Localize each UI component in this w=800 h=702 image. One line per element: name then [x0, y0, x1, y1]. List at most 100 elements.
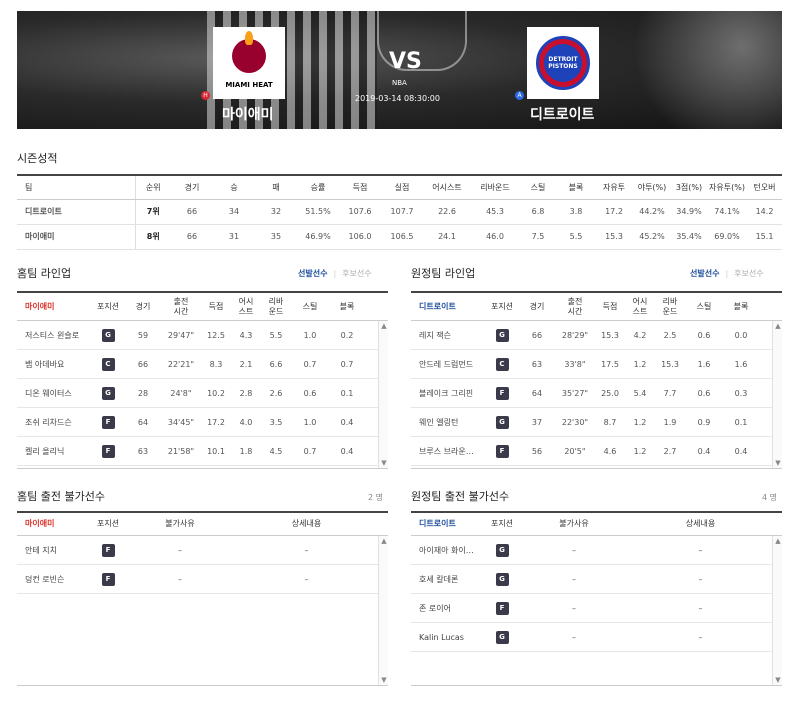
player-name[interactable]: 뱀 아데바요 [17, 359, 91, 370]
table-row[interactable]: 브루스 브라운… F 56 20'5" 4.6 1.2 2.7 0.4 0.4 [411, 437, 782, 466]
away-starters-tab[interactable]: 선발선수 [690, 269, 719, 278]
position-badge: F [495, 386, 509, 400]
stat-cell: 59 [137, 330, 149, 340]
table-row[interactable]: 존 로이어 F – – [411, 594, 782, 623]
home-lineup-scrollbar[interactable]: ▲ ▼ [378, 321, 388, 468]
stat-cell: 1.0 [303, 417, 317, 427]
position-badge: F [101, 415, 115, 429]
stat-cell: 28 [137, 388, 149, 398]
out-col: 포지션 [96, 519, 120, 528]
table-row[interactable]: 안드레 드럼먼드 C 63 33'8" 17.5 1.2 15.3 1.6 1.… [411, 350, 782, 379]
stat-cell: 1.2 [633, 359, 647, 369]
home-out-scrollbar[interactable]: ▲ ▼ [378, 536, 388, 685]
away-out-count: 4 명 [762, 493, 777, 502]
scroll-down-icon[interactable]: ▼ [379, 675, 388, 685]
season-col-ftpct: 자유투(%) [707, 174, 747, 200]
stat-cell: 4.2 [633, 330, 647, 340]
season-title: 시즌성적 [17, 152, 58, 165]
table-row[interactable]: 디온 웨이터스 G 28 24'8" 10.2 2.8 2.6 0.6 0.1 [17, 379, 388, 408]
table-row[interactable]: 블레이크 그리핀 F 64 35'27" 25.0 5.4 7.7 0.6 0.… [411, 379, 782, 408]
player-name[interactable]: 호세 칼데론 [411, 574, 485, 585]
player-name[interactable]: 디온 웨이터스 [17, 388, 91, 399]
table-row[interactable]: Kalin Lucas G – – [411, 623, 782, 652]
away-team-name[interactable]: 디트로이트 [530, 104, 594, 124]
table-row[interactable]: 저스티스 윈슬로 G 59 29'47" 12.5 4.3 5.5 1.0 0.… [17, 321, 388, 350]
player-name[interactable]: 저스티스 윈슬로 [17, 330, 91, 341]
stat-cell: 0.6 [697, 330, 711, 340]
lineup-col: 포지션 [96, 301, 120, 311]
position-badge: G [495, 543, 509, 557]
reason-cell: – [178, 545, 182, 555]
home-team-logo[interactable]: MIAMI HEAT [213, 27, 285, 99]
stat-cell: 8.7 [603, 417, 617, 427]
table-row[interactable]: 뱀 아데바요 C 66 22'21" 8.3 2.1 6.6 0.7 0.7 [17, 350, 388, 379]
lineup-col: 출전 시간 [173, 296, 189, 316]
season-cell: 107.6 [339, 199, 381, 225]
table-row[interactable]: 웨인 엘링턴 G 37 22'30" 8.7 1.2 1.9 0.9 0.1 [411, 408, 782, 437]
away-lineup-scrollbar[interactable]: ▲ ▼ [772, 321, 782, 468]
away-bench-tab[interactable]: 후보선수 [734, 269, 763, 278]
scroll-down-icon[interactable]: ▼ [379, 458, 388, 468]
scroll-down-icon[interactable]: ▼ [773, 675, 782, 685]
player-name[interactable]: 안테 지치 [17, 545, 91, 556]
table-row[interactable]: 덩컨 로빈슨 F – – [17, 565, 388, 594]
heat-ball-icon [232, 31, 266, 73]
season-cell: 7.5 [519, 224, 557, 250]
home-lineup-title: 홈팀 라인업 [17, 267, 72, 280]
player-name[interactable]: Kalin Lucas [411, 633, 485, 642]
table-row[interactable]: 켈리 올리닉 F 63 21'58" 10.1 1.8 4.5 0.7 0.4 [17, 437, 388, 466]
table-row[interactable]: 안테 지치 F – – [17, 536, 388, 565]
banner-light [582, 11, 782, 129]
player-name[interactable]: 아이재아 화이… [411, 545, 485, 556]
table-row[interactable]: 레지 잭슨 G 66 28'29" 15.3 4.2 2.5 0.6 0.0 [411, 321, 782, 350]
stat-cell: 12.5 [207, 330, 225, 340]
table-row[interactable]: 아이재아 화이… G – – [411, 536, 782, 565]
away-out-scrollbar[interactable]: ▲ ▼ [772, 536, 782, 685]
stat-cell: 15.3 [661, 359, 679, 369]
home-team-name[interactable]: 마이애미 [222, 104, 274, 124]
season-team-link[interactable]: 디트로이트 [17, 199, 135, 225]
reason-cell: – [572, 632, 576, 642]
player-name[interactable]: 브루스 브라운… [411, 446, 485, 457]
stat-cell: 24'8" [170, 388, 192, 398]
stat-cell: 1.2 [633, 417, 647, 427]
season-table: 팀 순위 경기 승 패 승률 득점 실점 어시스트 리바운드 스틸 블록 자유투… [17, 174, 782, 250]
stat-cell: 1.0 [303, 330, 317, 340]
away-out-panel: 디트로이트 포지션 불가사유 상세내용 아이재아 화이… G – – 호세 칼데… [411, 511, 782, 686]
season-cell: 45.2% [633, 224, 671, 250]
stat-cell: 29'47" [167, 330, 195, 340]
out-col: 상세내용 [685, 519, 716, 528]
player-name[interactable]: 덩컨 로빈슨 [17, 574, 91, 585]
player-name[interactable]: 레지 잭슨 [411, 330, 485, 341]
scroll-up-icon[interactable]: ▲ [379, 536, 388, 546]
season-cell: 22.6 [423, 199, 471, 225]
lineup-col: 스틸 [696, 301, 712, 311]
player-name[interactable]: 웨인 엘링턴 [411, 417, 485, 428]
player-name[interactable]: 블레이크 그리핀 [411, 388, 485, 399]
season-cell: 35.4% [671, 224, 707, 250]
stat-cell: 2.6 [269, 388, 283, 398]
stat-cell: 28'29" [561, 330, 589, 340]
player-name[interactable]: 조쉬 리차드슨 [17, 417, 91, 428]
away-out-title: 원정팀 출전 불가선수 [411, 490, 510, 503]
player-name[interactable]: 안드레 드럼먼드 [411, 359, 485, 370]
away-team-logo[interactable]: DETROIT PISTONS [527, 27, 599, 99]
table-row[interactable]: 호세 칼데론 G – – [411, 565, 782, 594]
season-cell: 5.5 [557, 224, 595, 250]
lineup-col: 득점 [602, 301, 618, 311]
table-row[interactable]: 조쉬 리차드슨 F 64 34'45" 17.2 4.0 3.5 1.0 0.4 [17, 408, 388, 437]
home-starters-tab[interactable]: 선발선수 [298, 269, 327, 278]
season-col-turnovers: 턴오버 [747, 174, 782, 200]
season-cell: 51.5% [297, 199, 339, 225]
scroll-up-icon[interactable]: ▲ [773, 321, 782, 331]
scroll-up-icon[interactable]: ▲ [379, 321, 388, 331]
player-name[interactable]: 존 로이어 [411, 603, 485, 614]
pistons-logo-icon: DETROIT PISTONS [536, 36, 590, 90]
home-bench-tab[interactable]: 후보선수 [342, 269, 371, 278]
scroll-down-icon[interactable]: ▼ [773, 458, 782, 468]
stat-cell: 4.3 [239, 330, 253, 340]
position-badge: G [101, 328, 115, 342]
scroll-up-icon[interactable]: ▲ [773, 536, 782, 546]
player-name[interactable]: 켈리 올리닉 [17, 446, 91, 457]
season-team-link[interactable]: 마이애미 [17, 224, 135, 250]
